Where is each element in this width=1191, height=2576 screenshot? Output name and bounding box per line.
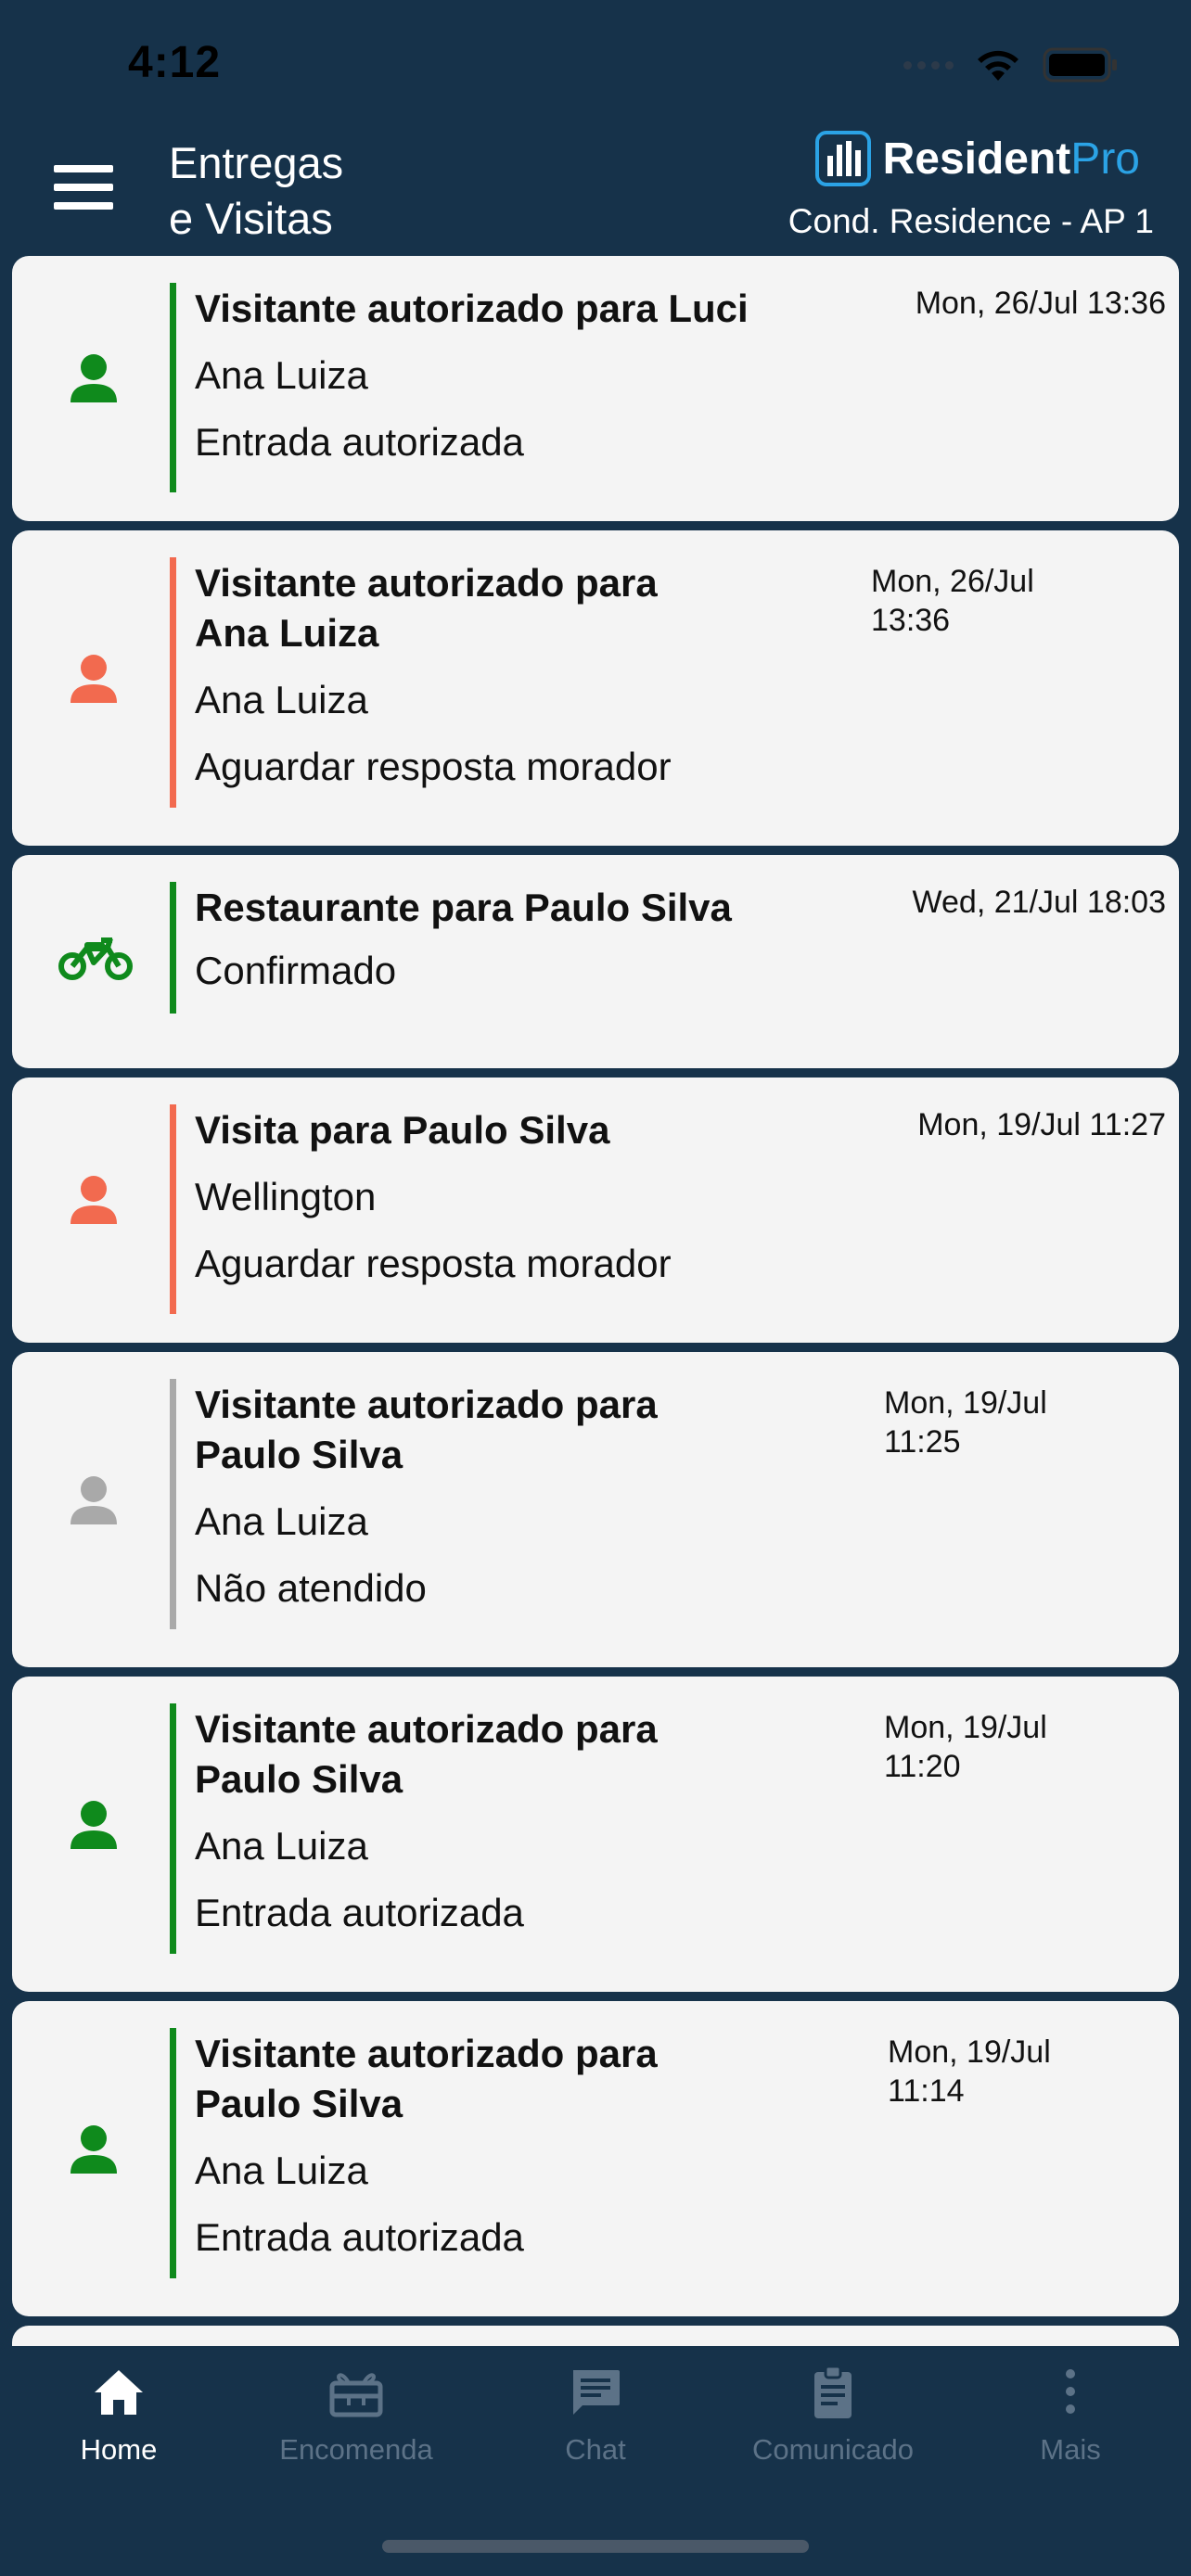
nav-mais[interactable]: Mais (959, 2365, 1182, 2467)
entry-title: Visita para Paulo Silva (195, 1108, 610, 1152)
entry-title-line2: Paulo Silva (195, 2082, 403, 2125)
entry-subtitle: Wellington (195, 1175, 377, 1218)
entry-status: Entrada autorizada (195, 2215, 524, 2259)
brand-name-main: Resident (882, 134, 1071, 184)
wifi-icon (978, 50, 1018, 81)
package-icon (329, 2373, 383, 2417)
entry-title-line2: Paulo Silva (195, 1757, 403, 1801)
entry-card[interactable]: Visitante autorizado para Paulo Silva An… (12, 1352, 1179, 1667)
entry-subtitle: Ana Luiza (195, 353, 368, 397)
status-bar-indicator (170, 283, 176, 492)
entry-title-line2: Ana Luiza (195, 611, 379, 655)
entry-subtitle: Ana Luiza (195, 2149, 368, 2192)
entry-date-day: Mon, 19/Jul (888, 2034, 1051, 2070)
chat-icon (573, 2370, 620, 2415)
battery-icon (1043, 47, 1117, 83)
menu-line (54, 165, 113, 172)
entries-list[interactable]: Visitante autorizado para Luci Ana Luiza… (0, 256, 1191, 2346)
home-indicator[interactable] (382, 2540, 809, 2553)
entry-card-partial[interactable] (12, 2326, 1179, 2346)
entry-date-time: 13:36 (871, 603, 951, 638)
cellular-signal-icon (903, 60, 954, 70)
clipboard-icon (814, 2365, 852, 2418)
entry-card[interactable]: Visita para Paulo Silva Wellington Aguar… (12, 1078, 1179, 1343)
nav-label: Comunicado (751, 2433, 915, 2466)
entry-date: Mon, 19/Jul 11:14 (888, 2033, 1191, 2111)
page-title: Entregas e Visitas (169, 135, 466, 247)
entry-card[interactable]: Visitante autorizado para Paulo Silva An… (12, 1677, 1179, 1992)
entry-date-time: 11:14 (888, 2073, 965, 2109)
entry-title: Restaurante para Paulo Silva (195, 886, 732, 929)
entry-subtitle: Ana Luiza (195, 678, 368, 721)
status-bar-indicator (170, 882, 176, 1014)
entry-status: Aguardar resposta morador (195, 745, 672, 788)
status-bar-indicator (170, 557, 176, 808)
entry-title: Visitante autorizado para Luci (195, 287, 749, 330)
entry-status: Aguardar resposta morador (195, 1242, 672, 1285)
entry-card[interactable]: Visitante autorizado para Luci Ana Luiza… (12, 256, 1179, 521)
entry-date-time: 11:20 (884, 1749, 961, 1784)
entry-date-day: Mon, 26/Jul (871, 564, 1034, 599)
menu-line (54, 184, 113, 191)
person-icon (70, 354, 117, 402)
app-header: Entregas e Visitas ResidentPro Cond. Res… (0, 130, 1191, 255)
brand-logo: ResidentPro (814, 130, 1140, 187)
entry-card[interactable]: Visitante autorizado para Ana Luiza Ana … (12, 530, 1179, 846)
nav-label: Mais (1040, 2433, 1101, 2466)
entry-status: Entrada autorizada (195, 420, 524, 464)
status-time: 4:12 (128, 38, 222, 87)
nav-home[interactable]: Home (7, 2365, 230, 2467)
nav-comunicado[interactable]: Comunicado (722, 2365, 944, 2467)
entry-date-day: Mon, 19/Jul (884, 1385, 1047, 1421)
entry-date: Mon, 19/Jul 11:20 (884, 1708, 1191, 1786)
entry-status: Entrada autorizada (195, 1891, 524, 1934)
status-icons (903, 46, 1119, 83)
entry-title-line1: Visitante autorizado para (195, 561, 658, 605)
entry-title-line1: Visitante autorizado para (195, 1707, 658, 1751)
person-icon (70, 1476, 117, 1524)
status-bar-indicator (170, 2028, 176, 2278)
brand-name-suffix: Pro (1070, 134, 1140, 184)
entry-date: Mon, 19/Jul 11:27 (917, 1107, 1166, 1142)
entry-date: Mon, 26/Jul 13:36 (915, 286, 1166, 321)
nav-label: Chat (565, 2433, 626, 2466)
entry-subtitle: Ana Luiza (195, 1499, 368, 1543)
condo-selector[interactable]: Cond. Residence - AP 1 (746, 202, 1154, 241)
page-title-line1: Entregas (169, 138, 344, 187)
building-logo-icon (814, 131, 871, 186)
entry-card[interactable]: Restaurante para Paulo Silva Confirmado … (12, 855, 1179, 1068)
entry-date: Mon, 26/Jul 13:36 (871, 562, 1186, 640)
status-bar-indicator (170, 1104, 176, 1314)
entry-date: Mon, 19/Jul 11:25 (884, 1384, 1191, 1461)
status-bar-indicator (170, 1379, 176, 1629)
entry-card[interactable]: Visitante autorizado para Paulo Silva An… (12, 2001, 1179, 2316)
page-title-line2: e Visitas (169, 194, 333, 243)
nav-label: Home (80, 2433, 158, 2466)
hamburger-menu-button[interactable] (54, 165, 121, 217)
entry-date-day: Mon, 19/Jul (884, 1710, 1047, 1745)
nav-label: Encomenda (279, 2433, 433, 2466)
menu-line (54, 202, 113, 210)
entry-subtitle: Ana Luiza (195, 1824, 368, 1868)
brand-name: ResidentPro (883, 134, 1140, 185)
entry-title-line1: Visitante autorizado para (195, 1383, 658, 1426)
entry-title-line2: Paulo Silva (195, 1433, 403, 1476)
person-icon (70, 1176, 117, 1224)
entry-date: Wed, 21/Jul 18:03 (912, 885, 1166, 920)
nav-encomenda[interactable]: Encomenda (245, 2365, 467, 2467)
motorcycle-icon (58, 937, 133, 980)
status-bar-indicator (170, 1703, 176, 1954)
person-icon (70, 655, 117, 703)
more-vertical-icon (1066, 2369, 1075, 2414)
person-icon (70, 2125, 117, 2174)
entry-date-time: 11:25 (884, 1424, 961, 1460)
status-bar: 4:12 (0, 0, 1191, 130)
entry-status: Confirmado (195, 949, 397, 992)
home-icon (95, 2370, 143, 2415)
entry-status: Não atendido (195, 1566, 427, 1610)
nav-chat[interactable]: Chat (484, 2365, 707, 2467)
person-icon (70, 1801, 117, 1849)
entry-title-line1: Visitante autorizado para (195, 2032, 658, 2075)
